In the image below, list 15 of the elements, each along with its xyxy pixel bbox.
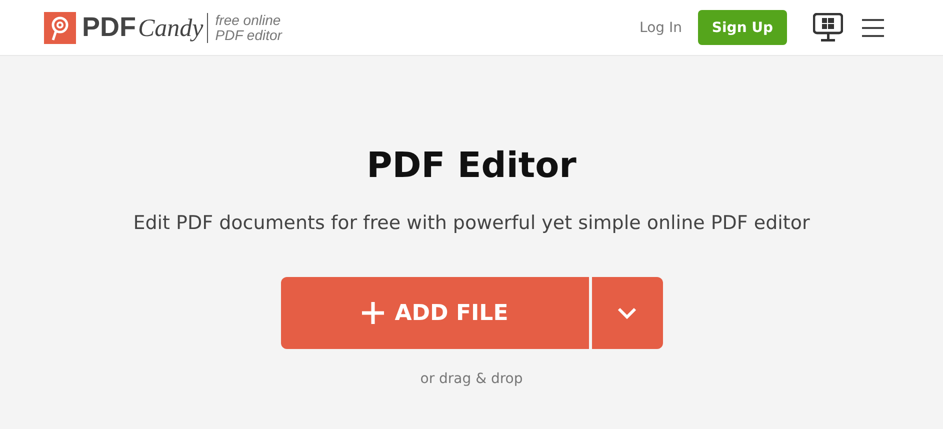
login-link[interactable]: Log In <box>640 20 682 36</box>
page-title: PDF Editor <box>366 146 576 186</box>
chevron-down-icon <box>617 307 637 319</box>
plus-icon <box>360 301 385 325</box>
add-file-button[interactable]: ADD FILE <box>280 277 588 349</box>
signup-button[interactable]: Sign Up <box>698 10 787 45</box>
dropdown-button[interactable] <box>592 277 662 349</box>
tagline: free online <box>215 12 282 28</box>
logo-text[interactable]: PDFCandy <box>82 12 204 43</box>
lollipop-logo-icon <box>44 12 76 44</box>
drop-hint: or drag & drop <box>420 371 523 387</box>
menu-icon[interactable] <box>861 18 885 38</box>
page-subtitle: Edit PDF documents for free with powerful yet simple online PDF editor <box>133 212 810 234</box>
desktop-icon[interactable] <box>813 12 843 42</box>
tagline: PDF editor <box>215 28 282 42</box>
